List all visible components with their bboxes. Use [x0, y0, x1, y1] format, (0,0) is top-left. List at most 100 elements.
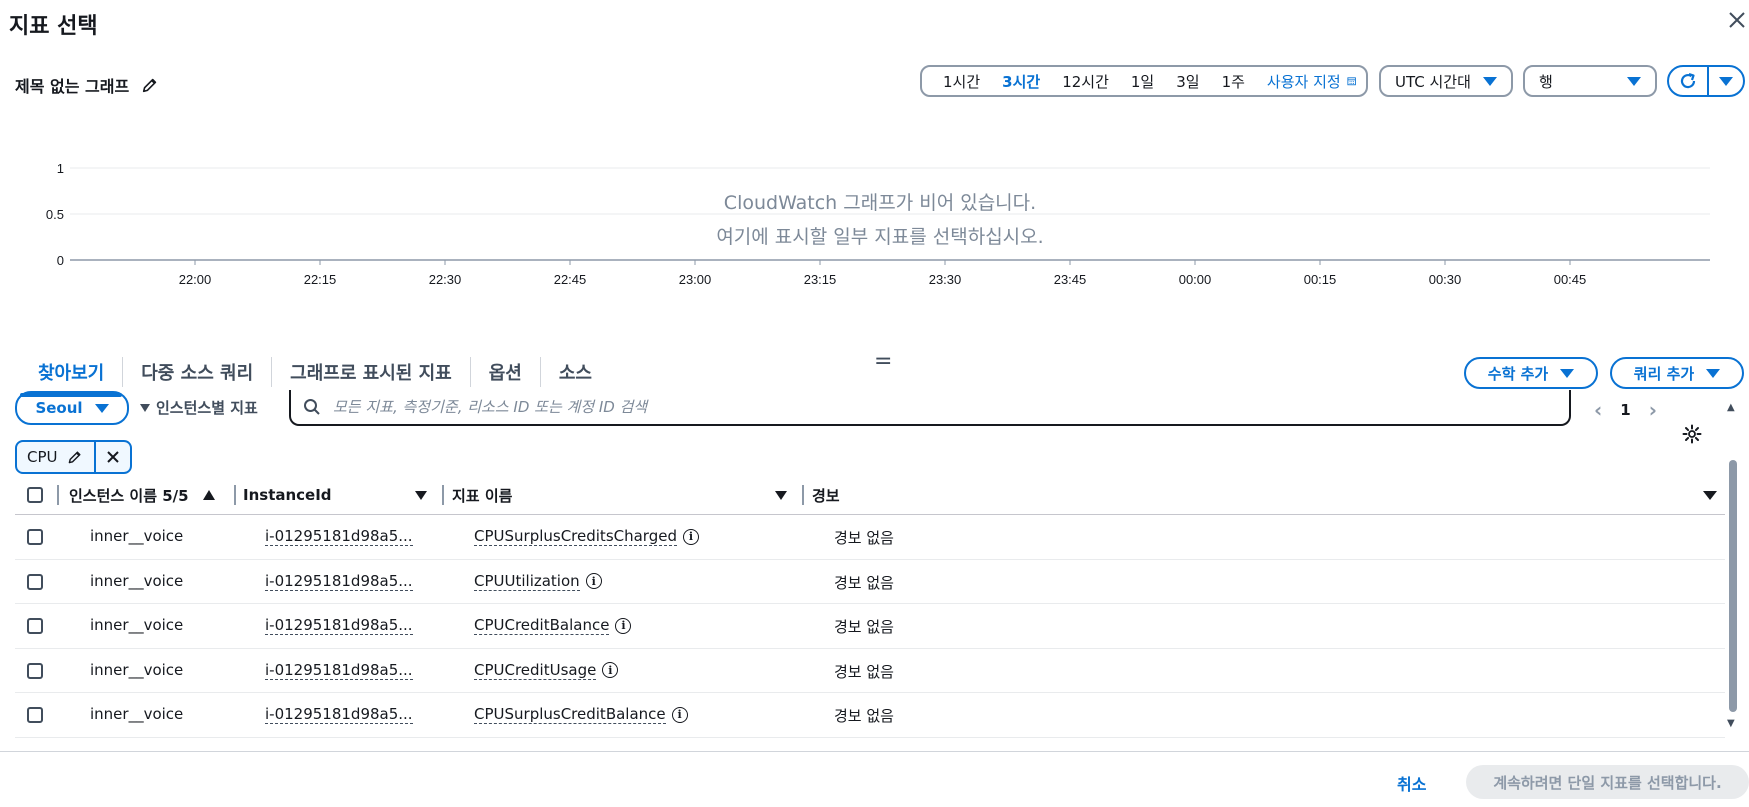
- instance-id-link[interactable]: i-01295181d98a5...: [265, 661, 413, 680]
- region-value: Seoul: [35, 399, 83, 417]
- caret-down-icon: [1483, 76, 1497, 86]
- page-number[interactable]: 1: [1620, 401, 1630, 419]
- chart-x-tick: 23:15: [804, 272, 837, 287]
- gear-icon[interactable]: [1682, 424, 1702, 444]
- scroll-up-icon[interactable]: ▲: [1727, 402, 1735, 413]
- chart-x-tick: 00:30: [1429, 272, 1462, 287]
- chart-x-tick: 23:30: [929, 272, 962, 287]
- metric-name-cell[interactable]: CPUCreditUsage: [474, 661, 597, 680]
- tab-bar: 찾아보기 다중 소스 쿼리 그래프로 표시된 지표 옵션 소스: [20, 352, 610, 397]
- instance-id-link[interactable]: i-01295181d98a5...: [265, 705, 413, 724]
- resize-handle-icon[interactable]: =: [874, 349, 892, 374]
- info-icon[interactable]: i: [671, 706, 688, 723]
- filter-icon[interactable]: [775, 490, 787, 500]
- timezone-select[interactable]: UTC 시간대: [1379, 65, 1513, 97]
- edit-pencil-icon[interactable]: [64, 449, 86, 465]
- layout-value: 행: [1539, 72, 1553, 91]
- time-option-3d[interactable]: 3일: [1165, 71, 1210, 92]
- time-option-1d[interactable]: 1일: [1120, 71, 1165, 92]
- column-header-alarms[interactable]: 경보: [812, 485, 840, 506]
- instance-id-header: InstanceId: [243, 486, 332, 504]
- chart-x-tick-labels: 22:00 22:15 22:30 22:45 23:00 23:15 23:30 23:45…: [179, 260, 1586, 287]
- column-divider: [442, 485, 444, 505]
- table-row[interactable]: inner__voice i-01295181d98a5... CPUSurpl…: [15, 693, 1725, 738]
- time-option-12h[interactable]: 12시간: [1051, 71, 1120, 92]
- table-row[interactable]: inner__voice i-01295181d98a5... CPUSurpl…: [15, 515, 1725, 560]
- instance-name-cell: inner__voice: [90, 705, 184, 723]
- time-option-1w[interactable]: 1주: [1211, 71, 1256, 92]
- chart-y-tick-labels: 10.50: [46, 161, 64, 268]
- metric-name-cell[interactable]: CPUUtilization: [474, 572, 580, 591]
- add-query-button[interactable]: 쿼리 추가: [1610, 357, 1744, 389]
- alarm-cell: 경보 없음: [834, 573, 894, 592]
- select-all-checkbox[interactable]: [27, 487, 43, 503]
- scroll-down-icon[interactable]: ▼: [1727, 718, 1735, 729]
- tab-graphed-metrics[interactable]: 그래프로 표시된 지표: [272, 352, 470, 392]
- filter-icon[interactable]: [1703, 490, 1717, 500]
- metrics-table: 인스턴스 이름 5/5 InstanceId 지표 이름 경보 inner__v…: [15, 476, 1725, 738]
- alarm-cell: 경보 없음: [834, 618, 894, 636]
- refresh-icon: [1680, 72, 1696, 89]
- chart-y-tick: 1: [57, 161, 64, 176]
- refresh-interval-dropdown[interactable]: [1709, 67, 1743, 95]
- close-icon[interactable]: [94, 442, 130, 472]
- chart-x-tick: 22:00: [179, 272, 212, 287]
- caret-down-icon: [1719, 76, 1733, 86]
- column-header-instance-id[interactable]: InstanceId: [243, 486, 332, 504]
- scrollbar-thumb[interactable]: [1729, 460, 1737, 712]
- tab-multi-source-query[interactable]: 다중 소스 쿼리: [123, 352, 271, 392]
- layout-select[interactable]: 행: [1523, 65, 1657, 97]
- time-option-3h[interactable]: 3시간: [991, 71, 1051, 92]
- info-icon[interactable]: i: [602, 662, 619, 678]
- calendar-icon[interactable]: [1347, 73, 1356, 89]
- column-header-instance-name[interactable]: 인스턴스 이름 5/5: [69, 485, 215, 506]
- chart-x-tick: 22:45: [554, 272, 587, 287]
- add-math-button[interactable]: 수학 추가: [1464, 357, 1598, 389]
- info-icon[interactable]: i: [615, 617, 632, 634]
- tab-options[interactable]: 옵션: [471, 352, 540, 392]
- column-divider: [234, 485, 236, 505]
- refresh-button[interactable]: [1669, 67, 1709, 95]
- edit-pencil-icon[interactable]: [141, 76, 159, 94]
- column-header-metric-name[interactable]: 지표 이름: [452, 485, 512, 506]
- search-input[interactable]: [331, 397, 1535, 417]
- chevron-right-icon[interactable]: ›: [1649, 398, 1657, 422]
- chart-x-tick: 00:15: [1304, 272, 1337, 287]
- time-option-1h[interactable]: 1시간: [932, 71, 991, 92]
- metric-name-cell[interactable]: CPUCreditBalance: [474, 616, 610, 635]
- row-checkbox[interactable]: [27, 573, 43, 590]
- instance-id-link[interactable]: i-01295181d98a5...: [265, 572, 413, 591]
- row-checkbox[interactable]: [27, 618, 43, 634]
- graph-title-row: 제목 없는 그래프: [15, 73, 159, 97]
- alarm-cell: 경보 없음: [834, 662, 894, 681]
- filter-token-label: CPU: [27, 448, 58, 466]
- cancel-button[interactable]: 취소: [1397, 771, 1426, 795]
- sort-ascending-icon[interactable]: [202, 490, 215, 500]
- row-checkbox[interactable]: [27, 529, 43, 545]
- region-select[interactable]: Seoul: [15, 391, 129, 425]
- close-icon[interactable]: [1725, 8, 1749, 32]
- tab-source[interactable]: 소스: [541, 352, 610, 392]
- instance-name-cell: inner__voice: [90, 616, 184, 634]
- row-checkbox[interactable]: [27, 707, 43, 723]
- info-icon[interactable]: i: [585, 573, 602, 589]
- info-icon[interactable]: i: [682, 528, 699, 545]
- instance-id-link[interactable]: i-01295181d98a5...: [265, 616, 413, 635]
- chart-x-tick: 23:45: [1054, 272, 1087, 287]
- chevron-left-icon[interactable]: ‹: [1594, 398, 1602, 422]
- table-row[interactable]: inner__voice i-01295181d98a5... CPUCredi…: [15, 604, 1725, 649]
- metric-name-cell[interactable]: CPUSurplusCreditsCharged: [474, 527, 677, 546]
- time-option-custom[interactable]: 사용자 지정: [1256, 71, 1347, 92]
- tab-browse[interactable]: 찾아보기: [20, 352, 123, 397]
- instance-id-link[interactable]: i-01295181d98a5...: [265, 527, 413, 546]
- table-row[interactable]: inner__voice i-01295181d98a5... CPUCredi…: [15, 649, 1725, 693]
- add-math-label: 수학 추가: [1487, 364, 1549, 383]
- chart-y-tick: 0.5: [46, 207, 64, 222]
- column-divider: [57, 485, 59, 505]
- filter-icon[interactable]: [415, 490, 427, 500]
- namespace-breadcrumb[interactable]: 인스턴스별 지표: [140, 397, 258, 418]
- row-checkbox[interactable]: [27, 662, 43, 679]
- table-row[interactable]: inner__voice i-01295181d98a5... CPUUtili…: [15, 560, 1725, 604]
- metric-name-cell[interactable]: CPUSurplusCreditBalance: [474, 705, 666, 724]
- continue-button[interactable]: 계속하려면 단일 지표를 선택합니다.: [1466, 765, 1749, 799]
